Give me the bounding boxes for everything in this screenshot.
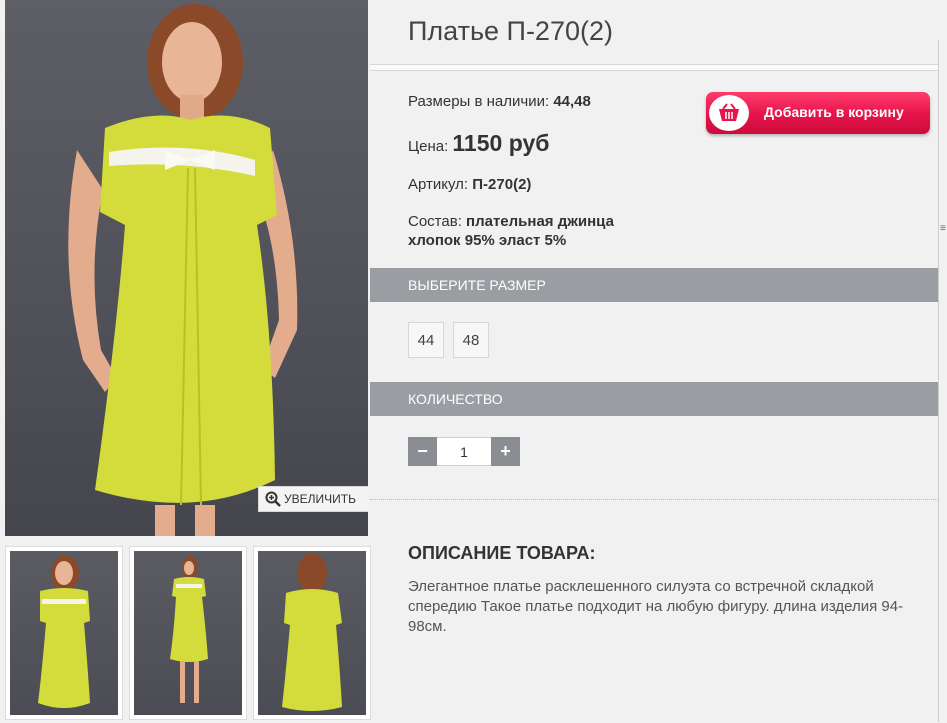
size-section-header: ВЫБЕРИТЕ РАЗМЕР xyxy=(370,268,938,302)
size-option-48[interactable]: 48 xyxy=(453,322,489,358)
cart-icon-circle xyxy=(709,95,749,131)
product-title: Платье П-270(2) xyxy=(408,16,613,46)
price-row: Цена: 1150 руб xyxy=(408,130,549,157)
section-divider xyxy=(370,499,938,500)
price-label: Цена: xyxy=(408,138,449,155)
title-divider xyxy=(370,64,939,71)
sizes-available: Размеры в наличии: 44,48 xyxy=(408,93,591,110)
size-option-44[interactable]: 44 xyxy=(408,322,444,358)
thumbnail-full-length[interactable] xyxy=(129,546,247,720)
thumbnail-front[interactable] xyxy=(5,546,123,720)
composition-line1: плательная джинца xyxy=(466,213,614,230)
basket-icon xyxy=(719,103,739,121)
thumbnail-back-image xyxy=(282,553,342,711)
zoom-in-icon xyxy=(265,491,281,507)
composition-row: Состав: плательная джинца хлопок 95% эла… xyxy=(408,212,614,250)
thumbnail-back[interactable] xyxy=(253,546,371,720)
thumbnail-strip xyxy=(5,546,371,722)
sku-label: Артикул: xyxy=(408,176,469,193)
quantity-section-header: КОЛИЧЕСТВО xyxy=(370,382,938,416)
quantity-input[interactable] xyxy=(437,437,491,466)
zoom-button[interactable]: УВЕЛИЧИТЬ xyxy=(258,486,368,512)
description-title: ОПИСАНИЕ ТОВАРА: xyxy=(408,543,596,563)
quantity-increase-button[interactable]: + xyxy=(491,437,520,466)
sku-row: Артикул: П-270(2) xyxy=(408,176,531,193)
add-to-cart-label: Добавить в корзину xyxy=(764,104,904,120)
zoom-label: УВЕЛИЧИТЬ xyxy=(284,492,356,506)
add-to-cart-button[interactable]: Добавить в корзину xyxy=(706,92,930,134)
thumbnail-front-image xyxy=(38,555,90,708)
thumbnail-full-length-image xyxy=(170,556,208,703)
sizes-label: Размеры в наличии: xyxy=(408,93,550,110)
quantity-decrease-button[interactable]: − xyxy=(408,437,437,466)
sku-value: П-270(2) xyxy=(472,176,532,193)
right-edge-border xyxy=(938,40,939,722)
composition-line2: хлопок 95% эласт 5% xyxy=(408,232,567,249)
sizes-value: 44,48 xyxy=(553,93,591,110)
side-handle-icon[interactable]: ≡ xyxy=(940,223,946,234)
model-dress-illustration xyxy=(68,4,298,536)
description-text: Элегантное платье расклешенного силуэта … xyxy=(408,578,904,635)
price-value: 1150 руб xyxy=(452,130,550,156)
main-product-photo[interactable]: УВЕЛИЧИТЬ xyxy=(5,0,368,536)
composition-label: Состав: xyxy=(408,213,462,230)
